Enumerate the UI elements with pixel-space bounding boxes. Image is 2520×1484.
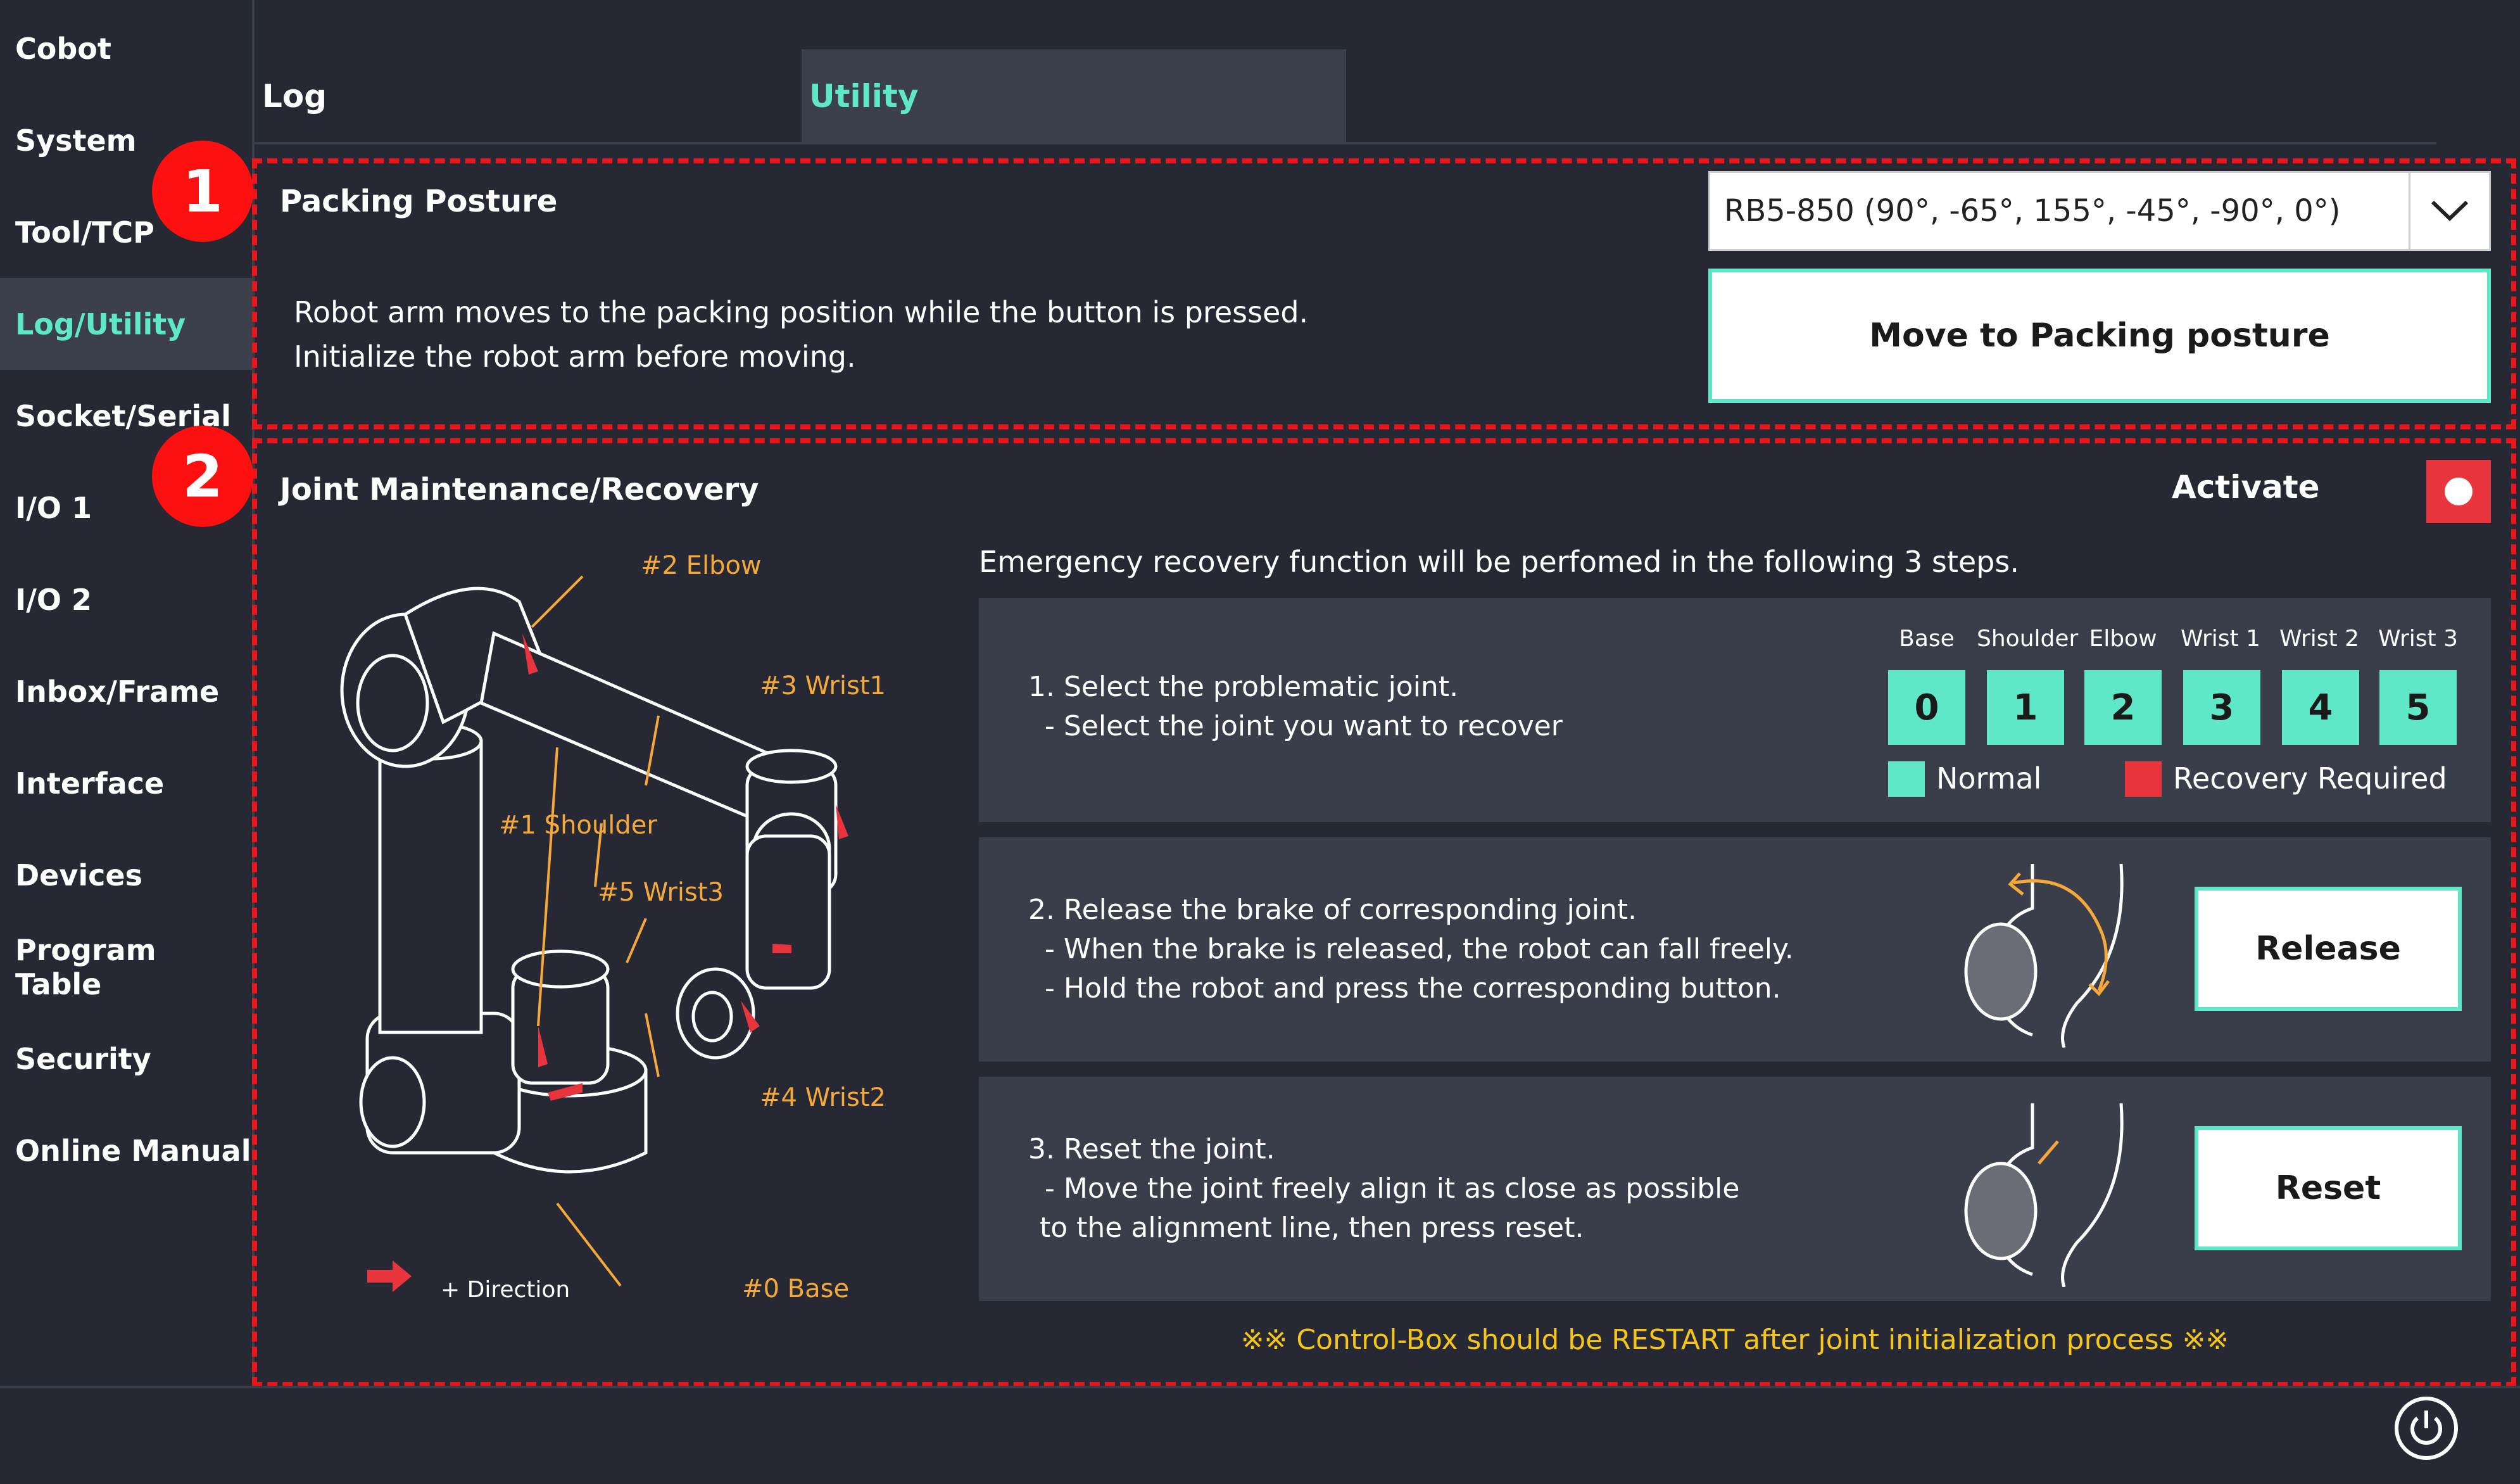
callout-wrist1: #3 Wrist1: [760, 671, 886, 701]
joint-button-4[interactable]: 4: [2282, 670, 2359, 745]
joint-header-wrist2: Wrist 2: [2279, 626, 2359, 652]
brake-release-illustration: [1964, 863, 2124, 1048]
restart-warning: ※※ Control-Box should be RESTART after j…: [1240, 1324, 2229, 1356]
power-button[interactable]: [2395, 1397, 2458, 1460]
activate-toggle[interactable]: [2426, 460, 2491, 523]
packing-description-line1: Robot arm moves to the packing position …: [294, 295, 1309, 329]
callout-direction: + Direction: [441, 1277, 570, 1303]
joint-button-5[interactable]: 5: [2379, 670, 2457, 745]
step3-text: 3. Reset the joint. - Move the joint fre…: [1028, 1130, 1739, 1248]
step-badge-1: 1: [152, 141, 253, 242]
joint-header-shoulder: Shoulder: [1977, 626, 2079, 652]
legend-recovery-label: Recovery Required: [2173, 761, 2447, 796]
bottom-bar: [0, 1386, 2520, 1484]
step2-line1: 2. Release the brake of corresponding jo…: [1028, 894, 1637, 926]
step2-text: 2. Release the brake of corresponding jo…: [1028, 891, 1794, 1008]
joint-header-base: Base: [1899, 626, 1955, 652]
callout-base: #0 Base: [742, 1274, 850, 1303]
posture-select-value: RB5-850 (90°, -65°, 155°, -45°, -90°, 0°…: [1724, 193, 2341, 229]
sidebar-item-program-table[interactable]: Program Table: [0, 921, 252, 1013]
record-dot-icon: [2445, 478, 2473, 505]
step2-line3: - Hold the robot and press the correspon…: [1045, 972, 1781, 1005]
step1-text: 1. Select the problematic joint. - Selec…: [1028, 668, 1563, 746]
joint-reset-illustration: [1964, 1103, 2124, 1287]
sidebar-item-security[interactable]: Security: [0, 1013, 252, 1105]
step1-line1: 1. Select the problematic joint.: [1028, 671, 1459, 703]
sidebar-item-devices[interactable]: Devices: [0, 829, 252, 921]
packing-title: Packing Posture: [280, 184, 558, 219]
chevron-down-icon[interactable]: [2409, 173, 2489, 249]
joint-header-wrist1: Wrist 1: [2181, 626, 2260, 652]
sidebar-item-online-manual[interactable]: Online Manual: [0, 1105, 252, 1196]
packing-description-line2: Initialize the robot arm before moving.: [294, 339, 856, 374]
step1-line2: - Select the joint you want to recover: [1045, 710, 1563, 742]
joint-header-wrist3: Wrist 3: [2378, 626, 2458, 652]
sidebar-item-inbox-frame[interactable]: Inbox/Frame: [0, 645, 252, 737]
joint-button-0[interactable]: 0: [1888, 670, 1965, 745]
step3-line2: - Move the joint freely align it as clos…: [1045, 1172, 1740, 1205]
tab-underline: [252, 142, 2436, 144]
joint-button-1[interactable]: 1: [1987, 670, 2064, 745]
joint-button-2[interactable]: 2: [2084, 670, 2162, 745]
joint-title: Joint Maintenance/Recovery: [280, 472, 759, 507]
sidebar-item-interface[interactable]: Interface: [0, 737, 252, 829]
robot-arm-diagram: [340, 575, 848, 1292]
step-badge-2: 2: [152, 426, 253, 527]
sidebar-item-log-utility[interactable]: Log/Utility: [0, 278, 252, 370]
move-to-packing-button[interactable]: Move to Packing posture: [1708, 269, 2491, 403]
activate-label: Activate: [2172, 469, 2320, 505]
legend-recovery-swatch: [2125, 761, 2162, 797]
callout-wrist2: #4 Wrist2: [760, 1083, 886, 1112]
joint-button-3[interactable]: 3: [2183, 670, 2260, 745]
tab-log[interactable]: Log: [255, 49, 799, 143]
joint-header-elbow: Elbow: [2089, 626, 2157, 652]
sidebar-item-cobot[interactable]: Cobot: [0, 3, 252, 94]
callout-wrist3: #5 Wrist3: [598, 878, 724, 907]
release-button[interactable]: Release: [2195, 887, 2462, 1011]
reset-button[interactable]: Reset: [2195, 1126, 2462, 1250]
callout-elbow: #2 Elbow: [641, 551, 762, 580]
legend-normal-swatch: [1888, 761, 1925, 797]
power-icon: [2410, 1411, 2442, 1445]
step3-line1: 3. Reset the joint.: [1028, 1133, 1275, 1165]
callout-shoulder: #1 Shoulder: [499, 811, 657, 840]
step2-line2: - When the brake is released, the robot …: [1045, 933, 1794, 965]
posture-select[interactable]: RB5-850 (90°, -65°, 155°, -45°, -90°, 0°…: [1708, 171, 2491, 251]
legend-normal-label: Normal: [1936, 761, 2042, 796]
packing-description: Robot arm moves to the packing position …: [294, 290, 1308, 379]
sidebar-item-io-2[interactable]: I/O 2: [0, 554, 252, 645]
recovery-intro: Emergency recovery function will be perf…: [979, 545, 2019, 579]
step3-line3: to the alignment line, then press reset.: [1040, 1212, 1584, 1244]
tab-utility[interactable]: Utility: [802, 49, 1346, 143]
